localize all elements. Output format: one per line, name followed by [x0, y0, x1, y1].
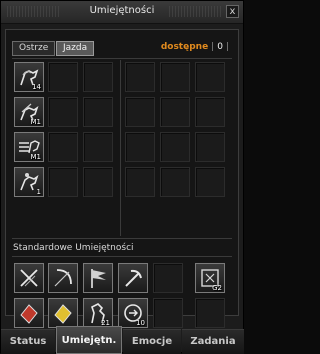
standard-skill-slot[interactable] [48, 263, 78, 293]
skill-level: M1 [30, 153, 42, 161]
empty-slot[interactable] [125, 132, 155, 162]
tab-jazda[interactable]: Jazda [56, 41, 95, 56]
skill-level: 10 [136, 319, 145, 327]
skill-level: G2 [212, 284, 222, 292]
skill-slot[interactable]: 1 [14, 167, 44, 197]
flag-icon [91, 269, 106, 288]
swords-icon [20, 269, 38, 287]
empty-slot[interactable] [83, 62, 113, 92]
empty-slot[interactable] [195, 298, 225, 328]
standard-skill-slot[interactable]: 10 [118, 298, 148, 328]
standard-skill-slot[interactable] [14, 298, 44, 328]
empty-slot[interactable] [160, 167, 190, 197]
empty-slot[interactable] [195, 167, 225, 197]
skill-slot[interactable]: 14 [14, 62, 44, 92]
skill-level: 14 [32, 83, 41, 91]
skill-level: M1 [30, 118, 42, 126]
empty-slot[interactable] [160, 132, 190, 162]
standard-skill-slot[interactable] [48, 298, 78, 328]
close-button[interactable]: x [226, 5, 239, 18]
empty-slot[interactable] [195, 132, 225, 162]
skill-slot[interactable]: M1 [14, 132, 44, 162]
standard-skills-title: Standardowe Umiejętności [13, 243, 134, 253]
standard-skill-slot[interactable] [14, 263, 44, 293]
tab-quests[interactable]: Zadania [182, 329, 244, 354]
standard-skill-slot[interactable]: G2 [195, 263, 225, 293]
divider [120, 60, 121, 236]
tab-ostrze[interactable]: Ostrze [12, 41, 56, 56]
empty-slot[interactable] [48, 62, 78, 92]
empty-slot[interactable] [83, 97, 113, 127]
skills-window: Umiejętności x Ostrze Jazda dostępne | 0 | … [0, 0, 244, 354]
empty-slot[interactable] [125, 97, 155, 127]
empty-slot[interactable] [48, 167, 78, 197]
standard-skill-slot[interactable] [118, 263, 148, 293]
empty-slot[interactable] [125, 62, 155, 92]
empty-slot[interactable] [160, 97, 190, 127]
empty-slot[interactable] [153, 263, 183, 293]
divider [12, 238, 232, 239]
divider [12, 256, 232, 257]
empty-slot[interactable] [153, 298, 183, 328]
empty-slot[interactable] [195, 97, 225, 127]
empty-slot[interactable] [195, 62, 225, 92]
standard-skill-slot[interactable]: 21 [83, 298, 113, 328]
red-book-icon [20, 304, 38, 324]
title-bar[interactable]: Umiejętności x [1, 1, 243, 24]
empty-slot[interactable] [125, 167, 155, 197]
empty-slot[interactable] [160, 62, 190, 92]
tab-skills[interactable]: Umiejętn. [56, 326, 122, 354]
standard-skill-slot[interactable] [83, 263, 113, 293]
divider [12, 58, 232, 59]
empty-slot[interactable] [83, 132, 113, 162]
tab-emotes[interactable]: Emocje [123, 329, 181, 354]
skill-level: 1 [36, 188, 41, 196]
empty-slot[interactable] [48, 132, 78, 162]
empty-slot[interactable] [83, 167, 113, 197]
pickaxe-icon [125, 269, 142, 287]
skill-slot[interactable]: M1 [14, 97, 44, 127]
available-value: 0 [217, 42, 223, 52]
bow-icon [54, 269, 72, 287]
empty-slot[interactable] [48, 97, 78, 127]
skills-panel: Ostrze Jazda dostępne | 0 | 14 M1 M1 1 S… [5, 29, 239, 328]
available-label: dostępne [160, 42, 209, 52]
tab-status[interactable]: Status [1, 329, 55, 354]
window-title: Umiejętności [89, 5, 155, 16]
yellow-book-icon [54, 304, 72, 324]
available-points: dostępne | 0 | [160, 42, 229, 52]
